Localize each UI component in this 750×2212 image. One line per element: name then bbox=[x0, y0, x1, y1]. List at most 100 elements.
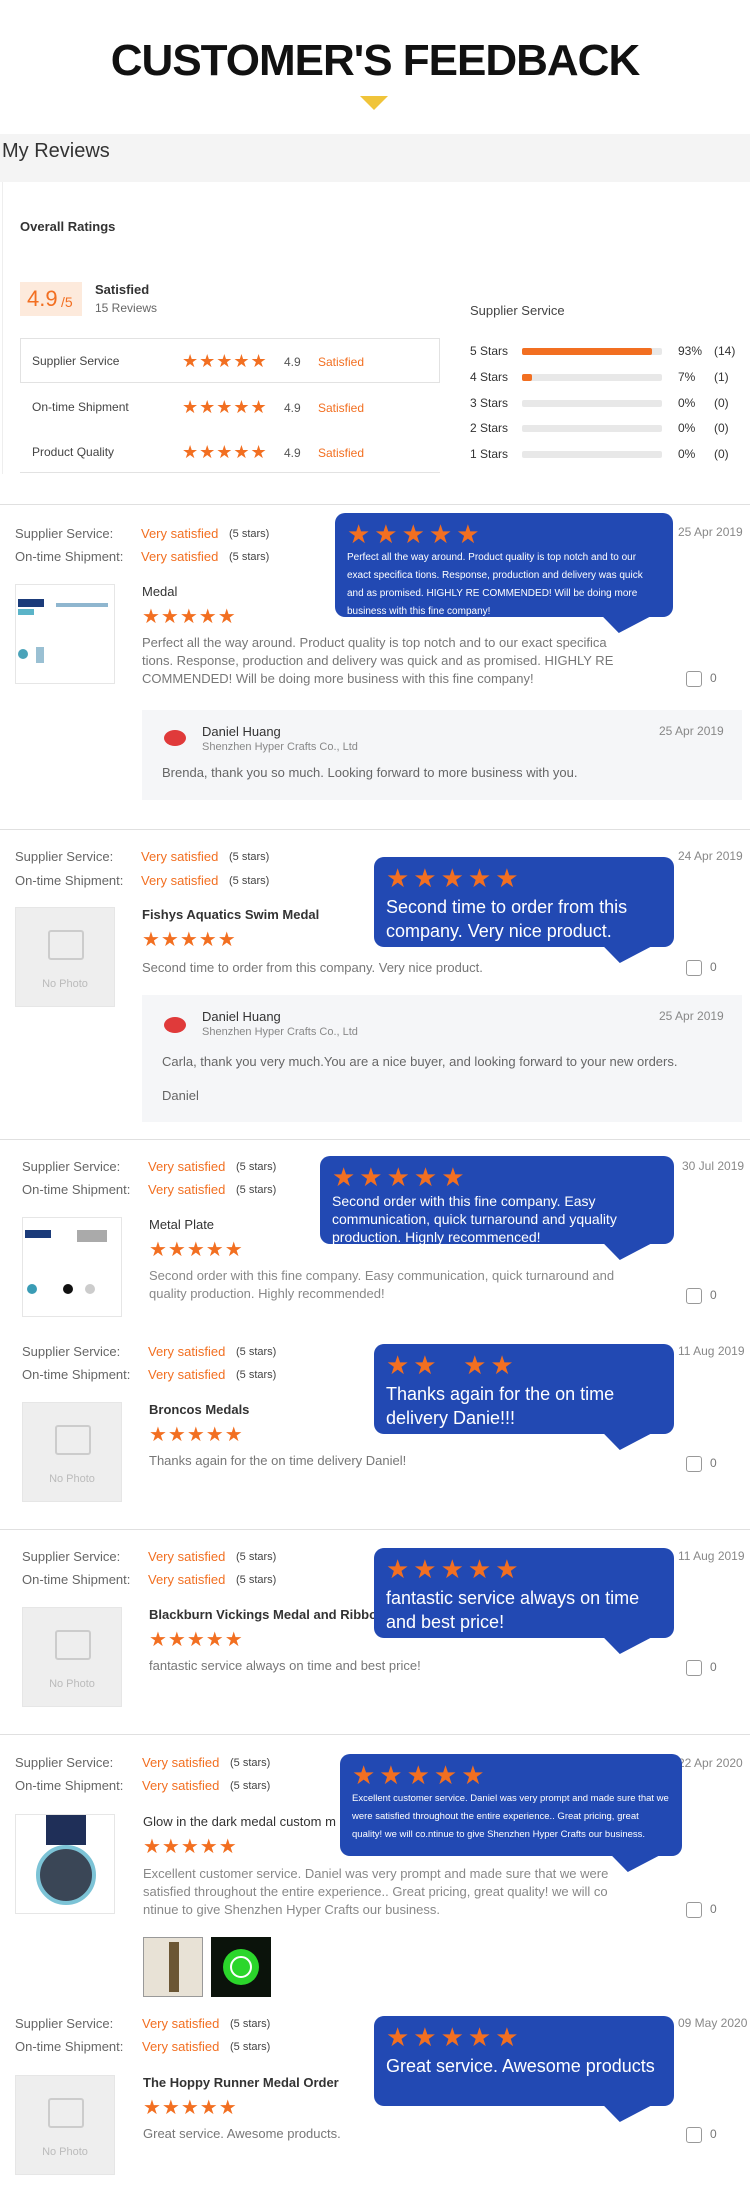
bubble-stars: ★★★★★ bbox=[386, 863, 523, 893]
breakdown-row: 5 Stars 93% (14) bbox=[470, 344, 745, 360]
review-date: 24 Apr 2019 bbox=[678, 849, 743, 863]
thumbs-up-icon[interactable] bbox=[686, 1288, 702, 1304]
like-count: 0 bbox=[710, 671, 717, 685]
bubble-text: fantastic service always on time and bes… bbox=[386, 1588, 640, 1632]
rating-row: Supplier Service ★★★★★ 4.9 Satisfied bbox=[32, 350, 432, 374]
reply-date: 25 Apr 2019 bbox=[659, 1009, 724, 1023]
image-placeholder-icon bbox=[55, 1425, 91, 1455]
bubble-stars: ★★★★★ bbox=[332, 1162, 469, 1192]
review-stars: ★★★★★ bbox=[142, 606, 237, 628]
breakdown-count: (0) bbox=[714, 421, 729, 435]
on-time-status: Very satisfied bbox=[142, 1778, 220, 1793]
breakdown-label: 5 Stars bbox=[470, 344, 509, 358]
rating-row: Product Quality ★★★★★ 4.9 Satisfied bbox=[32, 441, 432, 465]
divider bbox=[0, 829, 750, 830]
bubble-stars: ★★★★★ bbox=[352, 1760, 489, 1790]
reply-text: Carla, thank you very much.You are a nic… bbox=[162, 1054, 678, 1069]
product-photo[interactable] bbox=[22, 1217, 122, 1317]
supplier-service-stars: (5 stars) bbox=[236, 1346, 277, 1358]
thumbs-up-icon[interactable] bbox=[686, 1660, 702, 1676]
bubble-tail bbox=[593, 945, 655, 963]
supplier-service-status: Very satisfied bbox=[142, 1755, 220, 1770]
product-name: Fishys Aquatics Swim Medal bbox=[142, 907, 320, 922]
product-name: The Hoppy Runner Medal Order bbox=[143, 2075, 339, 2090]
overall-heading: Overall Ratings bbox=[20, 219, 116, 234]
breakdown-bar bbox=[522, 348, 662, 355]
thumbs-up-icon[interactable] bbox=[686, 671, 702, 687]
rating-stars: ★★★★★ bbox=[182, 397, 268, 417]
product-photo[interactable] bbox=[15, 1814, 115, 1914]
product-photo[interactable] bbox=[15, 584, 115, 684]
review-date: 22 Apr 2020 bbox=[678, 1756, 743, 1770]
review-stars: ★★★★★ bbox=[143, 2097, 238, 2119]
on-time-status: Very satisfied bbox=[148, 1572, 226, 1587]
breakdown-row: 3 Stars 0% (0) bbox=[470, 396, 745, 412]
attachment-photo[interactable] bbox=[143, 1937, 203, 1997]
replier-name: Daniel Huang bbox=[202, 1009, 281, 1024]
my-reviews-band bbox=[0, 134, 750, 182]
supplier-service-stars: (5 stars) bbox=[229, 528, 270, 540]
company-logo bbox=[164, 730, 186, 746]
replier-company: Shenzhen Hyper Crafts Co., Ltd bbox=[202, 1026, 358, 1038]
breakdown-count: (1) bbox=[714, 370, 729, 384]
on-time-label: On-time Shipment: bbox=[15, 2039, 124, 2054]
review-text: fantastic service always on time and bes… bbox=[149, 1658, 421, 1673]
score-label: Satisfied bbox=[95, 282, 150, 297]
bubble-text: Second time to order from this company. … bbox=[386, 897, 628, 941]
review-date: 30 Jul 2019 bbox=[682, 1159, 745, 1173]
no-photo-label: No Photo bbox=[49, 1473, 95, 1485]
supplier-service-label: Supplier Service: bbox=[22, 1549, 121, 1564]
attachment-video[interactable] bbox=[211, 1937, 271, 1997]
breakdown-pct: 93% bbox=[678, 344, 703, 358]
supplier-service-label: Supplier Service: bbox=[15, 849, 114, 864]
testimonial-bubble: ★★★★★ Excellent customer service. Daniel… bbox=[340, 1754, 682, 1872]
review-date: 09 May 2020 bbox=[678, 2016, 748, 2030]
supplier-service-stars: (5 stars) bbox=[229, 851, 270, 863]
supplier-service-status: Very satisfied bbox=[141, 526, 219, 541]
bubble-text: Great service. Awesome products bbox=[386, 2056, 655, 2076]
thumbs-up-icon[interactable] bbox=[686, 1456, 702, 1472]
bubble-text: Perfect all the way around. Product qual… bbox=[347, 552, 643, 617]
reviews-count: 15 Reviews bbox=[95, 301, 158, 315]
no-photo-placeholder: No Photo bbox=[22, 1607, 122, 1707]
rating-row-label: On-time Shipment bbox=[32, 400, 129, 414]
review-text: Second time to order from this company. … bbox=[142, 960, 483, 975]
on-time-label: On-time Shipment: bbox=[22, 1182, 131, 1197]
testimonial-bubble: ★★★★★ Perfect all the way around. Produc… bbox=[335, 513, 673, 633]
on-time-stars: (5 stars) bbox=[236, 1574, 277, 1586]
breakdown-bar bbox=[522, 400, 662, 407]
photo-detail bbox=[18, 599, 44, 607]
review-stars: ★★★★★ bbox=[143, 1836, 238, 1858]
replier-company: Shenzhen Hyper Crafts Co., Ltd bbox=[202, 741, 358, 753]
on-time-stars: (5 stars) bbox=[229, 551, 270, 563]
bubble-stars: ★★★★★ bbox=[386, 2022, 523, 2052]
thumbs-up-icon[interactable] bbox=[686, 960, 702, 976]
no-photo-placeholder: No Photo bbox=[22, 1402, 122, 1502]
on-time-label: On-time Shipment: bbox=[22, 1367, 131, 1382]
thumbs-up-icon[interactable] bbox=[686, 2127, 702, 2143]
breakdown-pct: 0% bbox=[678, 421, 696, 435]
review-text: Excellent customer service. Daniel was v… bbox=[143, 1866, 609, 1917]
rating-row-label: Supplier Service bbox=[32, 354, 120, 368]
down-arrow-icon bbox=[360, 96, 388, 110]
on-time-status: Very satisfied bbox=[141, 873, 219, 888]
photo-detail bbox=[27, 1284, 37, 1294]
rating-value: 4.9 bbox=[284, 446, 301, 460]
photo-detail bbox=[85, 1284, 95, 1294]
supplier-service-status: Very satisfied bbox=[148, 1344, 226, 1359]
supplier-service-label: Supplier Service: bbox=[15, 526, 114, 541]
no-photo-label: No Photo bbox=[42, 2146, 88, 2158]
rating-status: Satisfied bbox=[318, 446, 365, 460]
breakdown-bar bbox=[522, 451, 662, 458]
breakdown-label: 4 Stars bbox=[470, 370, 509, 384]
thumbs-up-icon[interactable] bbox=[686, 1902, 702, 1918]
rating-row-label: Product Quality bbox=[32, 445, 115, 459]
rating-status: Satisfied bbox=[318, 355, 365, 369]
bubble-text: Excellent customer service. Daniel was v… bbox=[352, 1793, 669, 1840]
supplier-service-label: Supplier Service: bbox=[22, 1159, 121, 1174]
rating-status: Satisfied bbox=[318, 401, 365, 415]
photo-detail bbox=[63, 1284, 73, 1294]
reply-text: Brenda, thank you so much. Looking forwa… bbox=[162, 765, 578, 780]
image-placeholder-icon bbox=[55, 1630, 91, 1660]
image-placeholder-icon bbox=[48, 930, 84, 960]
